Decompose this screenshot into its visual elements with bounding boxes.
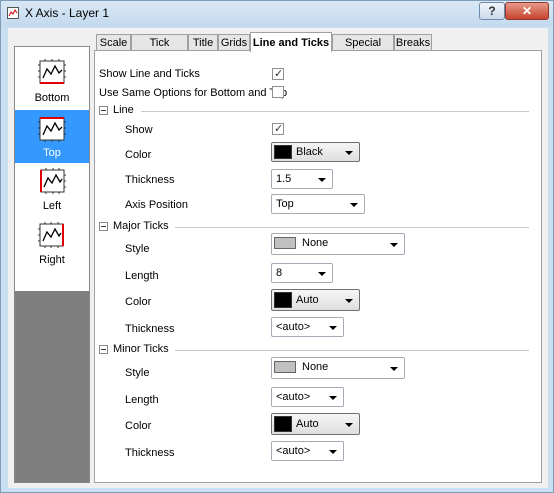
right-axis-icon bbox=[38, 222, 64, 248]
checkmark-icon: ✓ bbox=[274, 68, 284, 80]
group-divider bbox=[141, 111, 529, 112]
major-length-value: 8 bbox=[276, 267, 283, 279]
color-swatch bbox=[274, 292, 292, 308]
minor-ticks-group-header: Minor Ticks bbox=[99, 343, 529, 358]
minor-length-value: <auto> bbox=[276, 391, 311, 403]
line-thickness-dropdown[interactable]: 1.5 bbox=[271, 169, 333, 189]
same-options-checkbox[interactable] bbox=[272, 86, 284, 98]
chevron-down-icon bbox=[390, 367, 398, 371]
major-thickness-value: <auto> bbox=[276, 321, 311, 333]
chevron-down-icon bbox=[318, 272, 326, 276]
minor-length-label: Length bbox=[125, 394, 159, 406]
minor-thickness-value: <auto> bbox=[276, 445, 311, 457]
left-axis-icon bbox=[40, 168, 66, 194]
style-swatch bbox=[274, 237, 296, 249]
minor-thickness-dropdown[interactable]: <auto> bbox=[271, 441, 344, 461]
chevron-down-icon bbox=[329, 450, 337, 454]
tab-breaks[interactable]: Breaks bbox=[394, 34, 432, 51]
sidebar-item-left[interactable]: Left bbox=[15, 163, 89, 216]
line-axis-position-label: Axis Position bbox=[125, 199, 188, 211]
tab-tick-labels[interactable]: Tick Labels bbox=[131, 34, 188, 65]
color-swatch bbox=[274, 416, 292, 432]
line-color-dropdown[interactable]: Black bbox=[271, 142, 360, 162]
window-title: X Axis - Layer 1 bbox=[25, 6, 110, 20]
axis-dialog-window: X Axis - Layer 1 ? ✕ Bottom Top Left Rig… bbox=[0, 0, 554, 493]
line-group-header: Line bbox=[99, 104, 529, 119]
collapse-icon[interactable] bbox=[99, 345, 108, 354]
chevron-down-icon bbox=[345, 151, 353, 155]
line-group-title: Line bbox=[113, 104, 134, 116]
minor-ticks-group-title: Minor Ticks bbox=[113, 343, 169, 355]
app-icon bbox=[7, 7, 19, 19]
tab-special-ticks[interactable]: Special Ticks bbox=[332, 34, 394, 65]
group-divider bbox=[175, 227, 529, 228]
sidebar-item-label: Right bbox=[39, 254, 65, 266]
top-axis-icon bbox=[38, 117, 66, 142]
line-color-value: Black bbox=[296, 146, 323, 158]
tab-title[interactable]: Title bbox=[188, 34, 218, 51]
chevron-down-icon bbox=[318, 178, 326, 182]
sidebar-item-bottom[interactable]: Bottom bbox=[15, 55, 89, 108]
minor-thickness-label: Thickness bbox=[125, 447, 175, 459]
major-color-label: Color bbox=[125, 296, 152, 308]
line-thickness-value: 1.5 bbox=[276, 173, 292, 185]
minor-style-dropdown[interactable]: None bbox=[271, 357, 405, 379]
collapse-icon[interactable] bbox=[99, 222, 108, 231]
sidebar-item-top[interactable]: Top bbox=[15, 110, 89, 163]
sidebar-item-right[interactable]: Right bbox=[15, 217, 89, 270]
minor-color-label: Color bbox=[125, 420, 152, 432]
help-button[interactable]: ? bbox=[479, 2, 505, 20]
tab-line-and-ticks[interactable]: Line and Ticks bbox=[250, 32, 332, 52]
minor-style-value: None bbox=[302, 361, 329, 373]
line-color-label: Color bbox=[125, 149, 152, 161]
major-length-dropdown[interactable]: 8 bbox=[271, 263, 333, 283]
major-color-value: Auto bbox=[296, 294, 319, 306]
chevron-down-icon bbox=[329, 396, 337, 400]
chevron-down-icon bbox=[329, 326, 337, 330]
axis-sidebar: Bottom Top Left Right bbox=[14, 46, 90, 483]
chevron-down-icon bbox=[350, 203, 358, 207]
style-swatch bbox=[274, 361, 296, 373]
tab-scale[interactable]: Scale bbox=[96, 34, 131, 51]
chevron-down-icon bbox=[345, 423, 353, 427]
title-bar: X Axis - Layer 1 ? ✕ bbox=[1, 1, 553, 27]
close-button[interactable]: ✕ bbox=[505, 2, 549, 20]
group-divider bbox=[175, 350, 529, 351]
chevron-down-icon bbox=[345, 299, 353, 303]
line-show-label: Show bbox=[125, 124, 153, 136]
major-style-label: Style bbox=[125, 243, 150, 255]
sidebar-item-label: Top bbox=[43, 147, 61, 159]
major-style-value: None bbox=[302, 237, 329, 249]
sidebar-item-label: Bottom bbox=[34, 92, 70, 104]
major-thickness-label: Thickness bbox=[125, 323, 175, 335]
checkmark-icon: ✓ bbox=[274, 123, 284, 135]
axis-list: Bottom Top Left Right bbox=[15, 47, 89, 291]
color-swatch bbox=[274, 145, 292, 159]
tab-grids[interactable]: Grids bbox=[218, 34, 250, 51]
chevron-down-icon bbox=[390, 243, 398, 247]
major-length-label: Length bbox=[125, 270, 159, 282]
show-line-ticks-checkbox[interactable]: ✓ bbox=[272, 68, 284, 80]
dialog-client-area: Bottom Top Left Right Scale Tick Title G… bbox=[8, 28, 548, 488]
minor-length-dropdown[interactable]: <auto> bbox=[271, 387, 344, 407]
minor-color-dropdown[interactable]: Auto bbox=[271, 413, 360, 435]
major-ticks-group-title: Major Ticks bbox=[113, 220, 169, 232]
sidebar-item-label: Left bbox=[42, 200, 62, 212]
axis-position-dropdown[interactable]: Top bbox=[271, 194, 365, 214]
major-color-dropdown[interactable]: Auto bbox=[271, 289, 360, 311]
major-style-dropdown[interactable]: None bbox=[271, 233, 405, 255]
major-thickness-dropdown[interactable]: <auto> bbox=[271, 317, 344, 337]
minor-style-label: Style bbox=[125, 367, 150, 379]
bottom-axis-icon bbox=[38, 59, 66, 84]
same-options-label: Use Same Options for Bottom and Top bbox=[99, 87, 288, 99]
line-show-checkbox[interactable]: ✓ bbox=[272, 123, 284, 135]
line-thickness-label: Thickness bbox=[125, 174, 175, 186]
show-line-ticks-label: Show Line and Ticks bbox=[99, 68, 200, 80]
axis-position-value: Top bbox=[276, 198, 294, 210]
collapse-icon[interactable] bbox=[99, 106, 108, 115]
minor-color-value: Auto bbox=[296, 418, 319, 430]
